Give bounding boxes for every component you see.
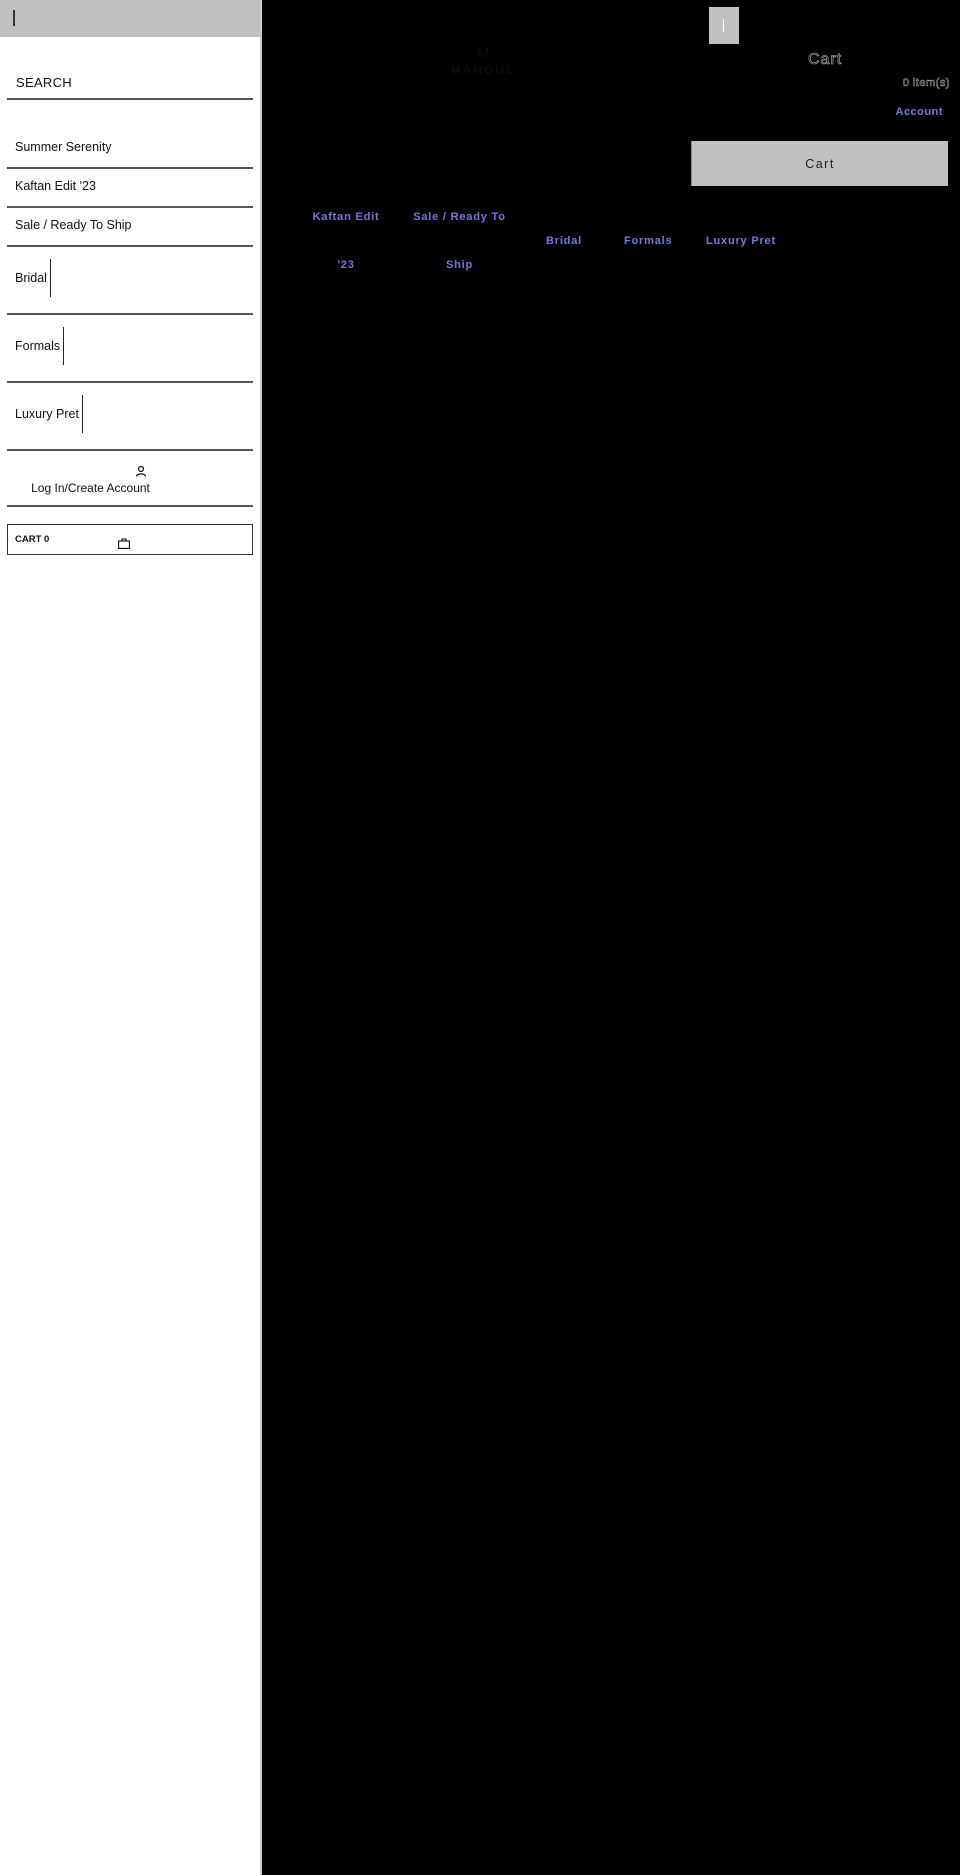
drawer-menu: Summer Serenity Kaftan Edit '23 Sale / R… — [0, 130, 260, 451]
menu-item-luxury-pret[interactable]: Luxury Pret — [7, 383, 253, 451]
user-icon — [135, 465, 147, 477]
mobile-menu-drawer: SEARCH Summer Serenity Kaftan Edit '23 S… — [0, 0, 262, 1875]
menu-item-label: Kaftan Edit '23 — [15, 179, 96, 193]
menu-item-sale[interactable]: Sale / Ready To Ship — [7, 208, 253, 247]
drawer-cart-button[interactable]: CART 0 — [7, 524, 253, 555]
account-link[interactable]: Account — [896, 106, 944, 118]
menu-item-bridal[interactable]: Bridal — [7, 247, 253, 315]
shopping-bag-icon — [118, 538, 130, 549]
menu-item-formals[interactable]: Formals — [7, 315, 253, 383]
search-button[interactable]: SEARCH — [7, 64, 253, 100]
brand-logo[interactable]: M MAHGUL — [443, 45, 523, 77]
close-icon[interactable] — [13, 10, 15, 26]
page-content: M MAHGUL Cart 0 item(s) Account Cart Kaf… — [263, 0, 960, 1875]
nav-link-text: Kaftan Edit — [312, 211, 380, 223]
submenu-toggle[interactable] — [49, 259, 51, 297]
nav-link-bridal[interactable]: Bridal — [546, 217, 582, 265]
nav-link-kaftan-edit[interactable]: Kaftan Edit '23 — [300, 193, 392, 289]
menu-item-kaftan-edit[interactable]: Kaftan Edit '23 — [7, 169, 253, 208]
nav-link-text: Ship — [445, 259, 474, 271]
submenu-toggle[interactable] — [81, 395, 83, 433]
nav-link-text: '23 — [337, 259, 355, 271]
nav-link-sale[interactable]: Sale / Ready To Ship — [407, 193, 512, 289]
logo-mark: M — [476, 45, 490, 62]
cart-label: CART 0 — [15, 534, 50, 545]
cart-button[interactable]: Cart — [691, 141, 948, 186]
menu-item-label: Luxury Pret — [15, 407, 79, 421]
search-label: SEARCH — [16, 75, 72, 91]
menu-toggle-button[interactable] — [709, 7, 739, 44]
cart-title: Cart — [808, 51, 843, 69]
menu-item-label: Formals — [15, 339, 61, 353]
login-create-account-link[interactable]: Log In/Create Account — [7, 451, 253, 507]
account-label: Log In/Create Account — [31, 481, 150, 495]
nav-link-text: Sale / Ready To — [413, 211, 506, 223]
menu-item-label: Bridal — [15, 271, 47, 285]
submenu-toggle[interactable] — [63, 327, 65, 365]
menu-item-summer-serenity[interactable]: Summer Serenity — [7, 130, 253, 169]
nav-link-formals[interactable]: Formals — [624, 217, 672, 265]
logo-text: MAHGUL — [450, 63, 516, 77]
drawer-header — [0, 0, 260, 37]
nav-link-luxury-pret[interactable]: Luxury Pret — [706, 217, 776, 265]
cart-item-count: 0 item(s) — [902, 77, 950, 90]
menu-item-label: Summer Serenity — [15, 140, 112, 154]
menu-item-label: Sale / Ready To Ship — [15, 218, 132, 232]
menu-icon — [723, 19, 724, 32]
